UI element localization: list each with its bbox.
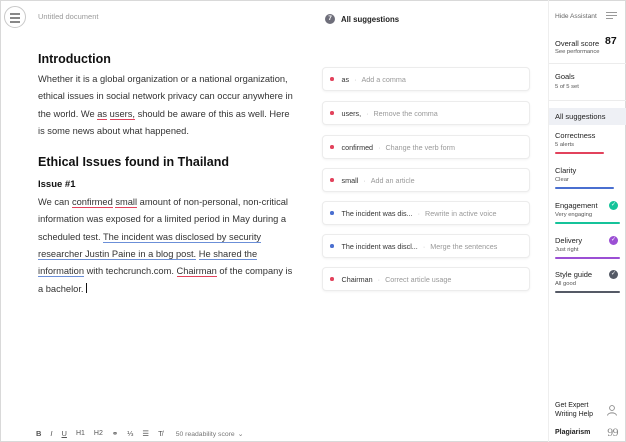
category-status: 5 alerts [555, 142, 575, 148]
text-cursor [85, 282, 87, 293]
suggestion-action: Add a comma [361, 74, 406, 84]
suggestion-dot-icon [330, 111, 334, 115]
suggestion-separator: · [417, 208, 421, 218]
suggestion-dot-icon [330, 244, 334, 248]
panel-toggle-icon[interactable] [606, 12, 617, 20]
suggestions-header: 7 All suggestions [325, 14, 399, 24]
suggestion-word: The incident was dis... [341, 208, 413, 218]
suggestions-count-badge: 7 [325, 14, 335, 24]
see-performance-link[interactable]: See performance [555, 49, 599, 55]
suggestion-card[interactable]: confirmed · Change the verb form [322, 135, 530, 159]
format-toolbar: B I U H1 H2 ⚭ ⅓ ☰ T̸ 50 readability scor… [36, 428, 243, 440]
bold-button[interactable]: B [36, 429, 41, 439]
flagged-word-small[interactable]: small [115, 197, 138, 209]
category-progress-bar [555, 291, 620, 293]
heading-issue-1: Issue #1 [38, 179, 76, 191]
category-status: Clear [555, 177, 569, 183]
suggestion-word: as [341, 74, 350, 84]
category-name: Correctness [555, 131, 596, 140]
suggestion-card[interactable]: users, · Remove the comma [322, 101, 530, 125]
editor[interactable]: Introduction Whether it is a global orga… [38, 52, 294, 298]
heading2-button[interactable]: H2 [94, 429, 103, 439]
suggestion-dot-icon [330, 178, 334, 182]
menu-icon[interactable] [4, 6, 26, 28]
divider [549, 100, 626, 101]
suggestion-separator: · [363, 175, 366, 185]
flagged-word-as[interactable]: as [97, 108, 108, 120]
clear-format-icon[interactable]: T̸ [158, 429, 163, 439]
divider [549, 63, 626, 64]
tab-all-suggestions[interactable]: All suggestions [549, 108, 626, 125]
suggestion-separator: · [366, 108, 369, 118]
paragraph-issue: We can confirmed small amount of non-per… [38, 197, 293, 294]
paragraph-intro: Whether it is a global organization or a… [38, 74, 293, 136]
suggestion-separator: · [354, 74, 357, 84]
plagiarism-button[interactable]: Plagiarism [555, 429, 590, 436]
suggestion-card[interactable]: Chairman · Correct article usage [322, 267, 530, 291]
link-icon[interactable]: ⚭ [112, 429, 118, 439]
suggestion-dot-icon [330, 277, 334, 281]
suggestion-card[interactable]: as · Add a comma [322, 67, 530, 91]
category-status: Very engaging [555, 212, 593, 218]
bullet-list-icon[interactable]: ☰ [142, 429, 149, 439]
suggestion-action: Add an article [370, 175, 415, 185]
check-icon: ✓ [609, 201, 618, 210]
category-engagement[interactable]: Engagement Very engaging ✓ [555, 201, 620, 224]
suggestion-word: The incident was discl... [341, 241, 418, 251]
overall-score-value: 87 [605, 35, 617, 47]
suggestion-action: Rewrite in active voice [425, 208, 497, 218]
suggestion-separator: · [378, 142, 381, 152]
overall-score-label[interactable]: Overall score [555, 39, 599, 48]
suggestion-card[interactable]: The incident was dis... · Rewrite in activ… [322, 201, 530, 225]
suggestion-word: users, [341, 108, 362, 118]
category-clarity[interactable]: Clarity Clear [555, 166, 620, 189]
italic-button[interactable]: I [50, 429, 52, 439]
expert-person-icon[interactable] [606, 404, 618, 416]
flagged-word-users[interactable]: users, [109, 108, 135, 120]
category-delivery[interactable]: Delivery Just right ✓ [555, 236, 620, 259]
check-icon: ✓ [609, 236, 618, 245]
category-name: Clarity [555, 166, 577, 175]
heading-introduction: Introduction [38, 52, 111, 66]
suggestion-action: Change the verb form [385, 142, 455, 152]
category-status: All good [555, 281, 576, 287]
suggestion-word: Chairman [341, 274, 373, 284]
suggestion-card[interactable]: small · Add an article [322, 168, 530, 192]
category-progress-bar [555, 222, 620, 224]
suggestion-dot-icon [330, 211, 334, 215]
flagged-word-confirmed[interactable]: confirmed [71, 197, 113, 209]
hide-assistant-button[interactable]: Hide Assistant [555, 13, 597, 20]
quote-icon[interactable]: 99 [607, 428, 619, 439]
heading-ethical-issues: Ethical Issues found in Thailand [38, 155, 229, 170]
underline-button[interactable]: U [62, 429, 67, 439]
suggestion-dot-icon [330, 145, 334, 149]
suggestion-word: confirmed [341, 142, 374, 152]
check-icon: ✓ [609, 270, 618, 279]
category-progress-bar [555, 152, 604, 154]
chevron-down-icon[interactable]: ⌄ [238, 430, 244, 438]
category-progress-bar [555, 257, 620, 259]
flagged-word-chairman[interactable]: Chairman [176, 266, 217, 278]
suggestion-action: Merge the sentences [430, 241, 498, 251]
category-style-guide[interactable]: Style guide All good ✓ [555, 270, 620, 293]
readability-score[interactable]: 50 readability score [176, 431, 235, 438]
ordered-list-icon[interactable]: ⅓ [127, 429, 133, 439]
suggestion-action: Remove the comma [373, 108, 438, 118]
suggestion-dot-icon [330, 77, 334, 81]
suggestion-word: small [341, 175, 359, 185]
goals-status: 5 of 5 set [555, 84, 579, 90]
suggestion-separator: · [377, 274, 381, 284]
suggestion-action: Correct article usage [385, 274, 452, 284]
heading1-button[interactable]: H1 [76, 429, 85, 439]
category-correctness[interactable]: Correctness 5 alerts [555, 131, 620, 154]
document-title[interactable]: Untitled document [38, 12, 98, 21]
suggestion-separator: · [422, 241, 426, 251]
goals-label[interactable]: Goals [555, 72, 575, 81]
suggestion-card[interactable]: The incident was discl... · Merge the sent… [322, 234, 530, 258]
expert-help-button[interactable]: Get Expert Writing Help [555, 402, 593, 419]
category-progress-bar [555, 187, 614, 189]
suggestions-title: All suggestions [341, 14, 400, 24]
category-status: Just right [555, 247, 579, 253]
